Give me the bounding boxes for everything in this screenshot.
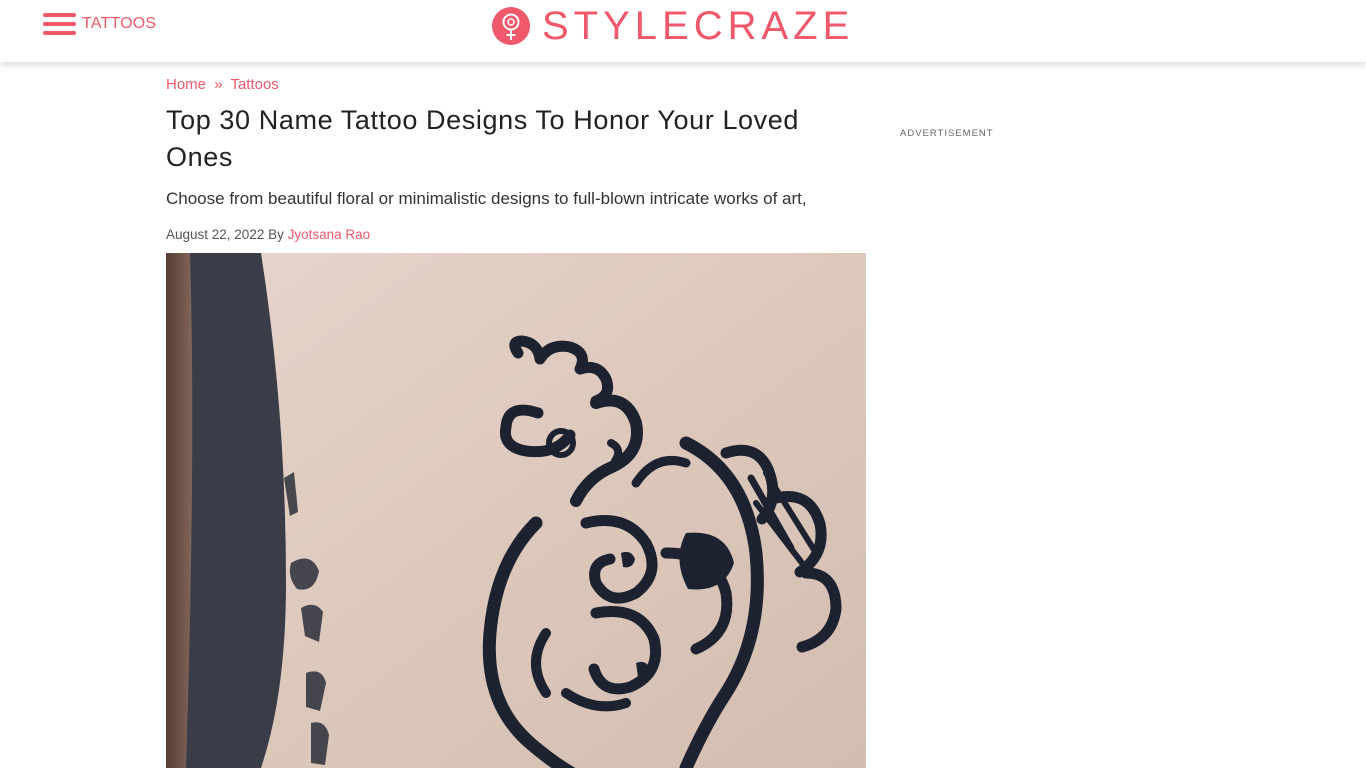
publish-date: August 22, 2022 (166, 227, 265, 242)
logo-wordmark[interactable]: STYLECRAZE (542, 6, 854, 46)
author-link[interactable]: Jyotsana Rao (288, 227, 371, 242)
breadcrumb: Home » Tattoos (166, 76, 279, 93)
article-title: Top 30 Name Tattoo Designs To Honor Your… (166, 105, 800, 172)
article-subtitle: Choose from beautiful floral or minimali… (166, 189, 807, 208)
byline-prefix: By (268, 227, 284, 242)
menu-button[interactable]: TATTOOS (43, 13, 156, 35)
site-logo[interactable]: STYLECRAZE (492, 6, 854, 46)
menu-category-label[interactable]: TATTOOS (82, 13, 156, 35)
breadcrumb-separator: » (214, 76, 223, 93)
advertisement-label: ADVERTISEMENT (900, 128, 994, 139)
hamburger-menu-icon[interactable] (43, 13, 76, 35)
hero-image-seahorse-tattoo (166, 253, 866, 768)
breadcrumb-home-link[interactable]: Home (166, 76, 206, 93)
article-meta: August 22, 2022 By Jyotsana Rao (166, 227, 370, 242)
female-symbol-logo-icon (492, 7, 530, 45)
site-header: TATTOOS STYLECRAZE (0, 0, 1366, 62)
breadcrumb-category-link[interactable]: Tattoos (230, 76, 278, 93)
